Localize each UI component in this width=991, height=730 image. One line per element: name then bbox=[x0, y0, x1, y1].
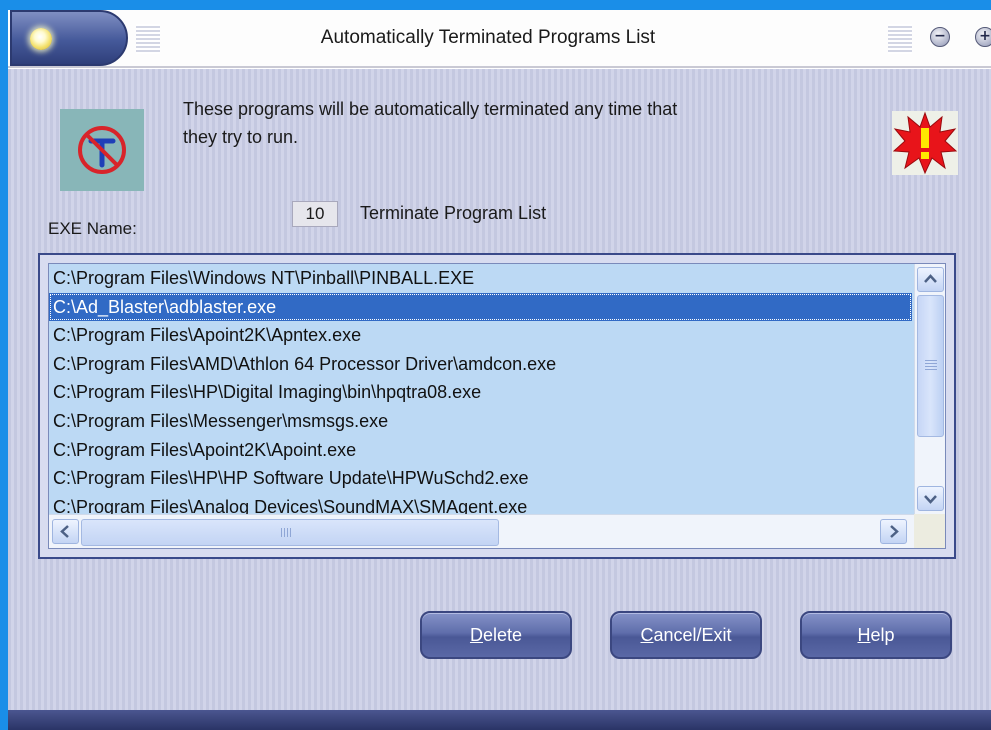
minimize-button[interactable]: − bbox=[930, 27, 950, 47]
delete-label: elete bbox=[482, 625, 523, 645]
list-item[interactable]: C:\Program Files\Apoint2K\Apoint.exe bbox=[49, 436, 912, 465]
title-grip-right bbox=[888, 24, 912, 54]
maximize-button[interactable]: + bbox=[975, 27, 991, 47]
cancel-label: ancel/Exit bbox=[653, 625, 732, 645]
help-button[interactable]: Help bbox=[800, 611, 952, 659]
cancel-exit-button[interactable]: Cancel/Exit bbox=[610, 611, 762, 659]
help-mnemonic: H bbox=[857, 625, 871, 645]
glow-light-icon bbox=[30, 28, 52, 50]
scroll-right-button[interactable] bbox=[880, 519, 907, 544]
help-label: elp bbox=[870, 625, 895, 645]
list-item[interactable]: C:\Ad_Blaster\adblaster.exe bbox=[49, 292, 912, 322]
info-message: These programs will be automatically ter… bbox=[183, 95, 823, 151]
list-items[interactable]: C:\Program Files\Windows NT\Pinball\PINB… bbox=[49, 264, 912, 514]
list-item[interactable]: C:\Program Files\Apoint2K\Apntex.exe bbox=[49, 321, 912, 350]
vertical-scrollbar[interactable] bbox=[914, 264, 945, 514]
program-listbox[interactable]: C:\Program Files\Windows NT\Pinball\PINB… bbox=[48, 263, 946, 549]
program-count: 10 bbox=[292, 201, 338, 227]
listbox-frame: C:\Program Files\Windows NT\Pinball\PINB… bbox=[38, 253, 956, 559]
list-title: Terminate Program List bbox=[360, 203, 547, 223]
scroll-up-button[interactable] bbox=[917, 267, 944, 292]
info-line-1: These programs will be automatically ter… bbox=[183, 99, 678, 119]
list-item[interactable]: C:\Program Files\Analog Devices\SoundMAX… bbox=[49, 493, 912, 514]
chevron-down-icon bbox=[924, 495, 937, 504]
horizontal-scroll-thumb[interactable] bbox=[81, 519, 499, 546]
delete-button[interactable]: Delete bbox=[420, 611, 572, 659]
chevron-left-icon bbox=[60, 525, 69, 538]
dialog-window: Automatically Terminated Programs List −… bbox=[0, 0, 991, 730]
list-item[interactable]: C:\Program Files\HP\Digital Imaging\bin\… bbox=[49, 378, 912, 407]
scroll-down-button[interactable] bbox=[917, 486, 944, 511]
info-line-2: they try to run. bbox=[183, 127, 299, 147]
list-item[interactable]: C:\Program Files\AMD\Athlon 64 Processor… bbox=[49, 350, 912, 379]
dialog-body: These programs will be automatically ter… bbox=[8, 68, 991, 711]
window-edge bbox=[0, 0, 8, 730]
no-terminate-icon bbox=[60, 109, 144, 191]
horizontal-scrollbar[interactable] bbox=[49, 514, 914, 548]
chevron-right-icon bbox=[890, 525, 899, 538]
warning-burst-icon bbox=[892, 111, 958, 175]
title-bar[interactable]: Automatically Terminated Programs List −… bbox=[8, 10, 991, 68]
grip-icon bbox=[925, 360, 937, 370]
delete-mnemonic: D bbox=[469, 625, 483, 645]
title-grip-left bbox=[136, 24, 160, 54]
list-item[interactable]: C:\Program Files\HP\HP Software Update\H… bbox=[49, 464, 912, 493]
window-title: Automatically Terminated Programs List bbox=[320, 27, 656, 48]
exe-name-label: EXE Name: bbox=[48, 219, 137, 238]
vertical-scroll-thumb[interactable] bbox=[917, 295, 944, 437]
scrollbar-corner bbox=[914, 514, 945, 548]
chevron-up-icon bbox=[924, 274, 937, 283]
window-bottom-edge bbox=[8, 710, 991, 730]
list-item[interactable]: C:\Program Files\Messenger\msmsgs.exe bbox=[49, 407, 912, 436]
list-item[interactable]: C:\Program Files\Windows NT\Pinball\PINB… bbox=[49, 264, 912, 293]
grip-icon bbox=[281, 528, 293, 537]
cancel-mnemonic: C bbox=[640, 625, 654, 645]
scroll-left-button[interactable] bbox=[52, 519, 79, 544]
window-menu-knob[interactable] bbox=[10, 10, 128, 66]
